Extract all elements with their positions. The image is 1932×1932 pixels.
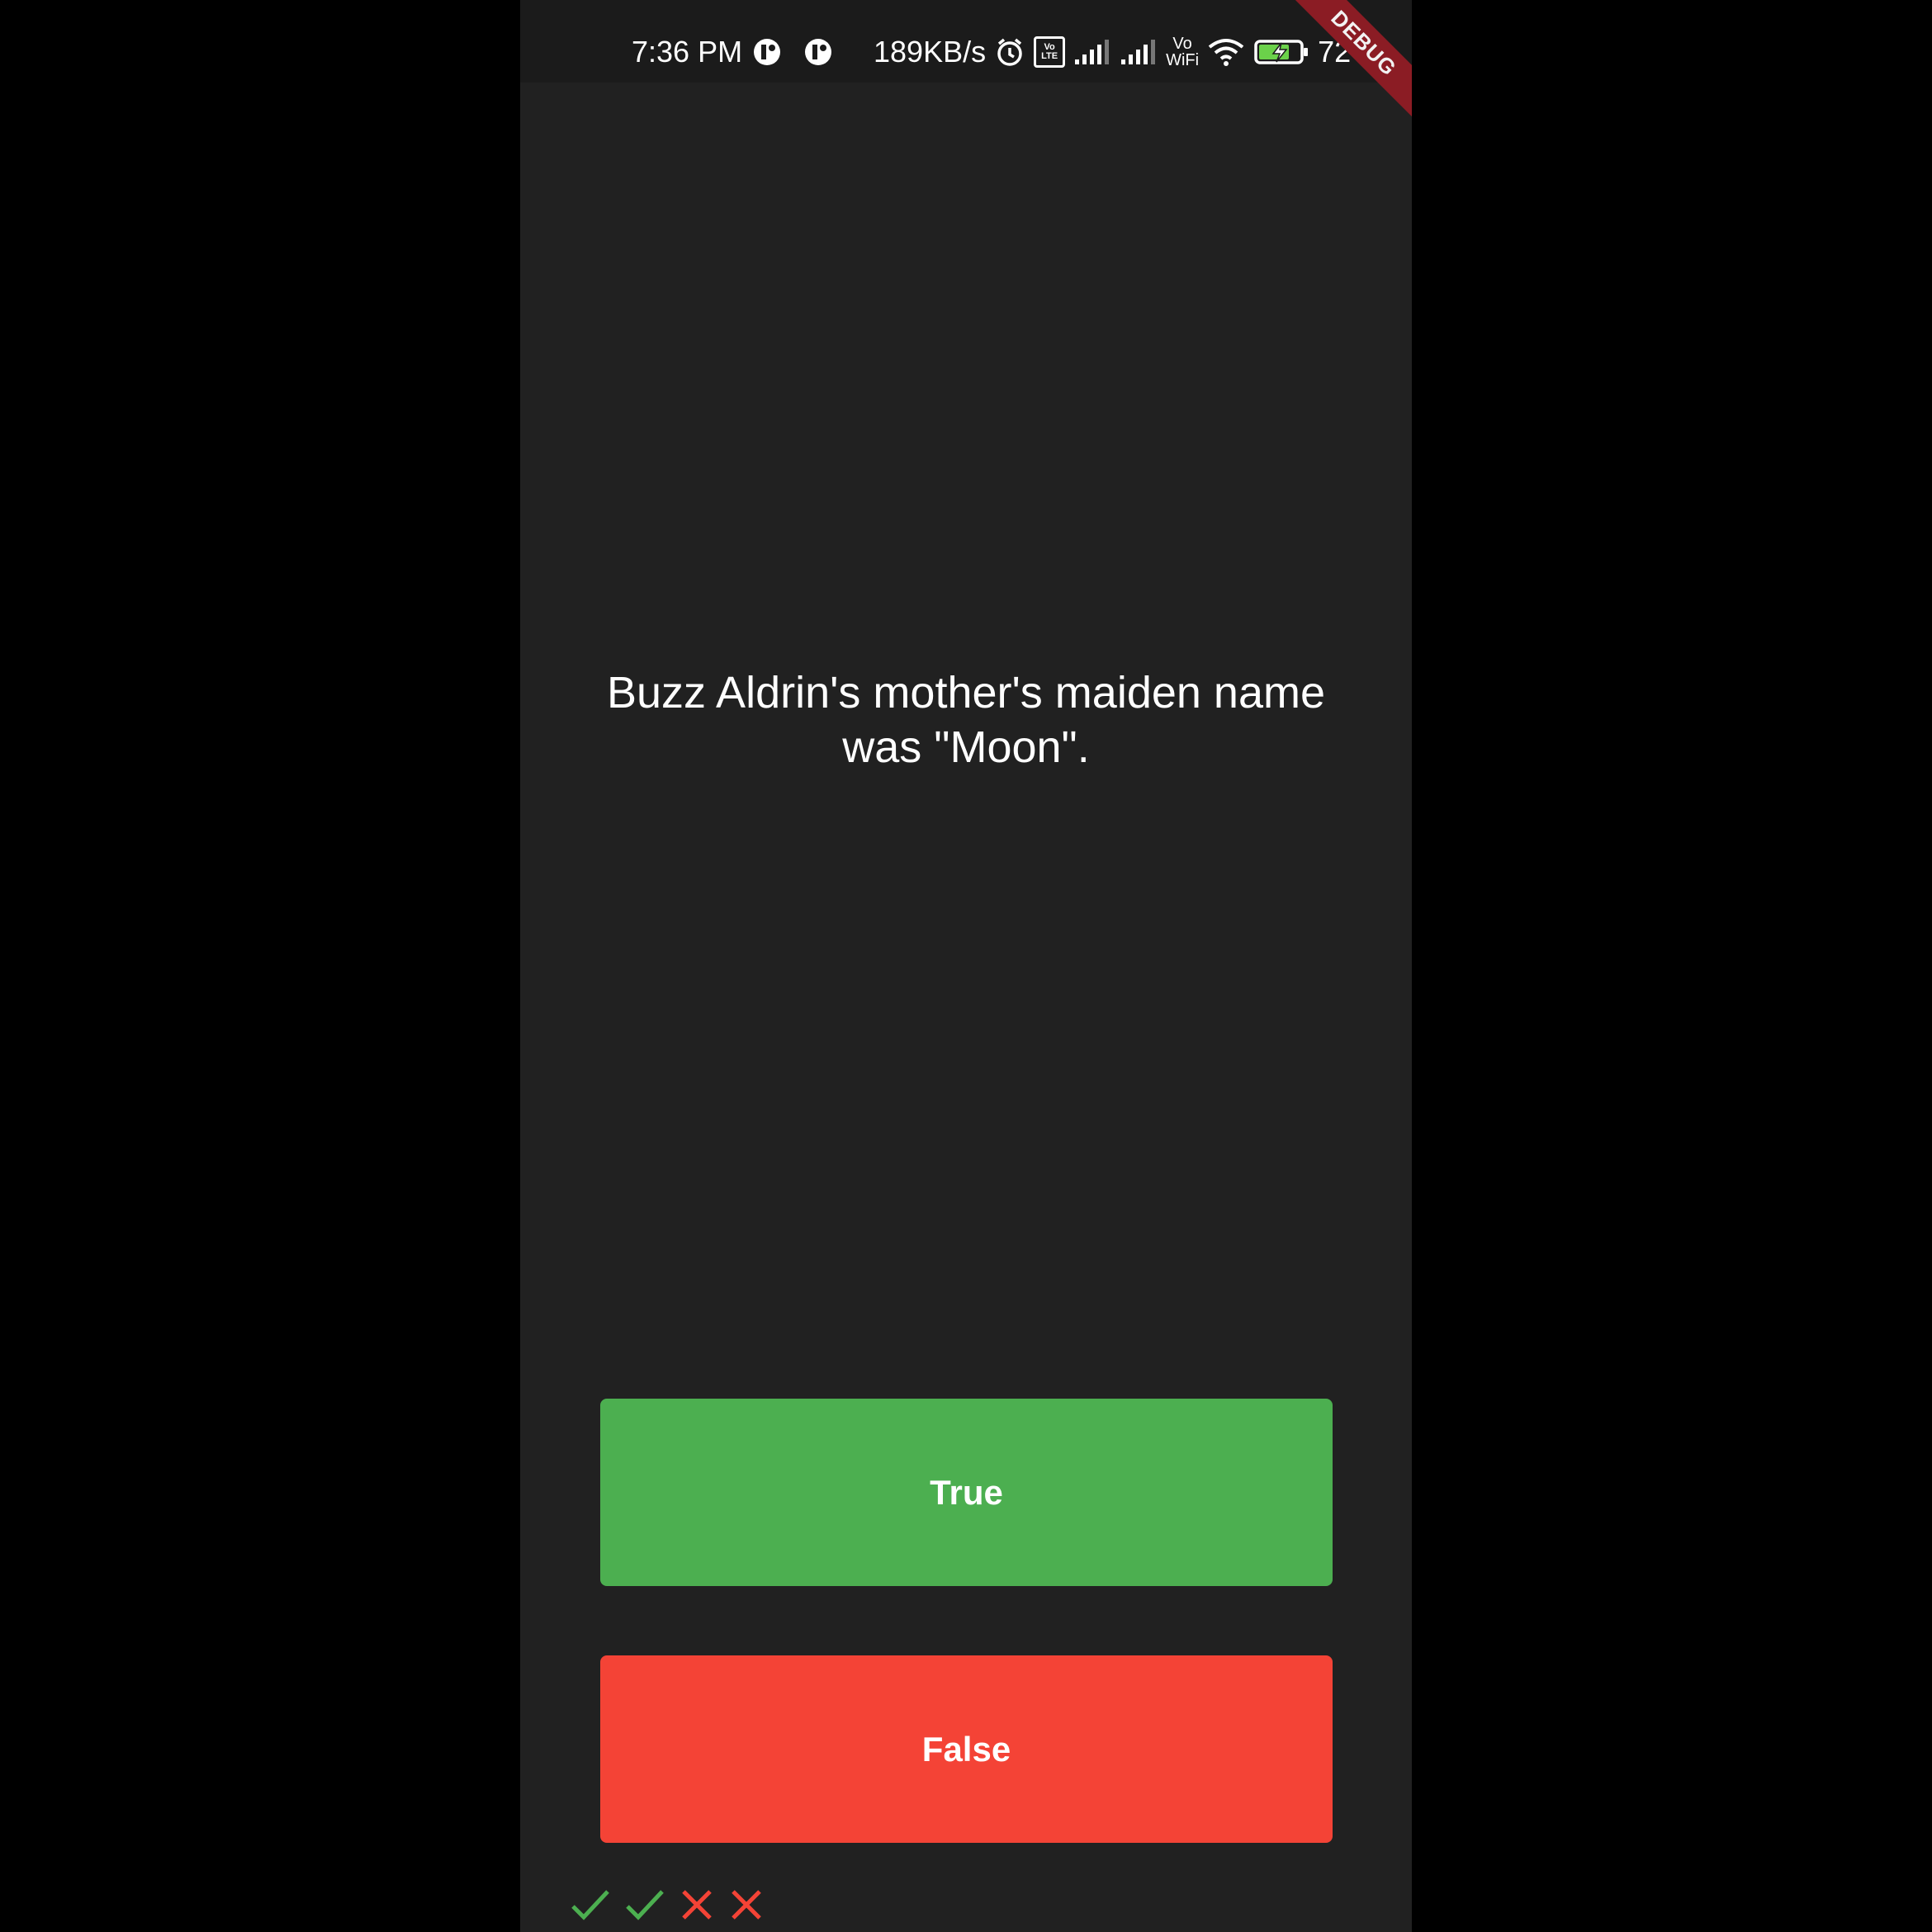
wifi-icon bbox=[1207, 37, 1245, 67]
true-button[interactable]: True bbox=[600, 1399, 1333, 1586]
status-bar-right: 189KB/s Vo LTE Vo WiFi 72 bbox=[874, 31, 1351, 73]
app-notification-icon bbox=[803, 37, 833, 67]
check-icon bbox=[624, 1887, 665, 1923]
network-speed: 189KB/s bbox=[874, 35, 987, 69]
false-button-label: False bbox=[921, 1729, 1011, 1769]
app-notification-icon bbox=[752, 37, 782, 67]
status-bar-left: 7:36 PM bbox=[632, 31, 833, 73]
status-bar: 7:36 PM 189KB/s Vo LTE Vo WiFi 72 DEBUG bbox=[520, 0, 1412, 132]
app-screen: 7:36 PM 189KB/s Vo LTE Vo WiFi 72 DEBUG … bbox=[520, 0, 1412, 1932]
alarm-icon bbox=[994, 36, 1025, 68]
check-icon bbox=[570, 1887, 611, 1923]
volte-bottom-label: LTE bbox=[1041, 51, 1058, 61]
vowifi-top-label: Vo bbox=[1172, 35, 1192, 53]
signal-icon bbox=[1073, 38, 1111, 66]
close-icon bbox=[728, 1887, 765, 1923]
close-icon bbox=[679, 1887, 715, 1923]
score-keeper bbox=[570, 1884, 765, 1925]
false-button[interactable]: False bbox=[600, 1655, 1333, 1843]
vowifi-bottom-label: WiFi bbox=[1166, 51, 1200, 69]
volte-icon: Vo LTE bbox=[1034, 36, 1066, 68]
question-text: Buzz Aldrin's mother's maiden name was "… bbox=[606, 668, 1325, 772]
vowifi-icon: Vo WiFi bbox=[1166, 36, 1199, 69]
true-button-label: True bbox=[930, 1472, 1003, 1512]
status-time: 7:36 PM bbox=[632, 35, 743, 69]
signal-icon bbox=[1120, 38, 1158, 66]
battery-charging-icon bbox=[1253, 38, 1309, 66]
